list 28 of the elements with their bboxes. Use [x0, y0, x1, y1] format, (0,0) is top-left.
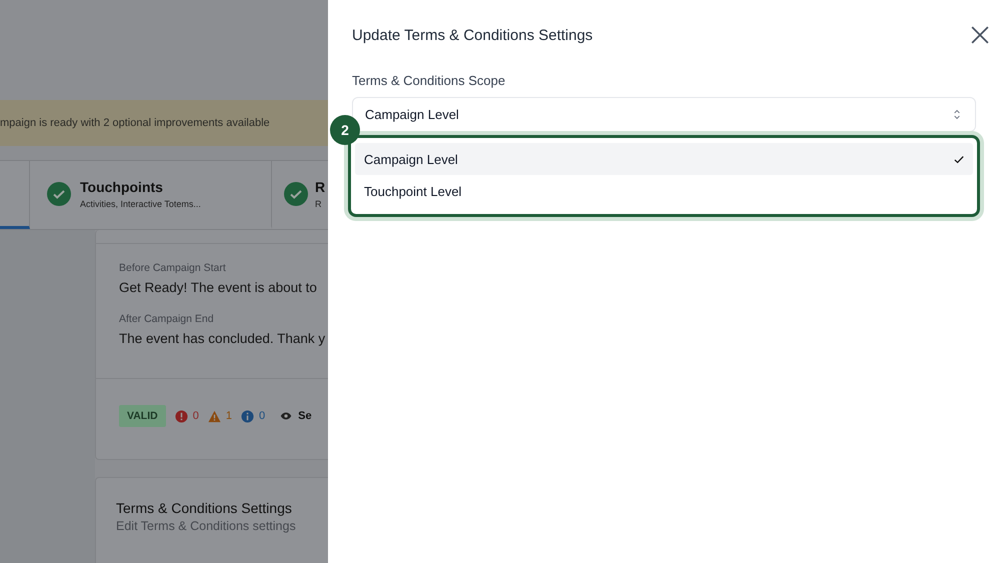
- section-subtitle: Edit Terms & Conditions settings: [116, 519, 297, 533]
- step-badge: 2: [330, 115, 360, 145]
- field-label: Terms & Conditions Scope: [352, 73, 506, 88]
- step-title: Touchpoints: [80, 178, 164, 194]
- notice-text: mpaign is ready with 2 optional improvements available: [0, 117, 270, 129]
- warning-icon: [208, 410, 221, 422]
- field-value: The event has concluded. Thank y: [119, 331, 326, 346]
- check-icon: [954, 154, 964, 164]
- field-label: Before Campaign Start: [119, 262, 227, 274]
- step-title: R: [315, 178, 326, 194]
- see-link[interactable]: Se: [280, 410, 312, 422]
- eye-icon: [280, 412, 292, 420]
- field-label: After Campaign End: [119, 313, 215, 325]
- error-icon: [174, 410, 188, 422]
- chevron-updown-icon: [953, 109, 961, 120]
- drawer-title: Update Terms & Conditions Settings: [352, 26, 593, 44]
- count-value: 0: [192, 410, 199, 422]
- step-subtitle: R: [315, 198, 322, 208]
- step-subtitle: Activities, Interactive Totems...: [80, 198, 201, 208]
- step-tab[interactable]: Touchpoints Activities, Interactive Totems...: [30, 161, 272, 229]
- dropdown-option[interactable]: Campaign Level: [355, 143, 973, 175]
- info-icon: [240, 410, 254, 422]
- count-value: 0: [258, 410, 266, 422]
- count-value: 1: [226, 410, 232, 422]
- dropdown-option[interactable]: Touchpoint Level: [355, 175, 973, 207]
- section-title: Terms & Conditions Settings: [116, 500, 293, 516]
- field-value: Get Ready! The event is about to: [119, 280, 318, 295]
- valid-badge: VALID: [119, 405, 166, 427]
